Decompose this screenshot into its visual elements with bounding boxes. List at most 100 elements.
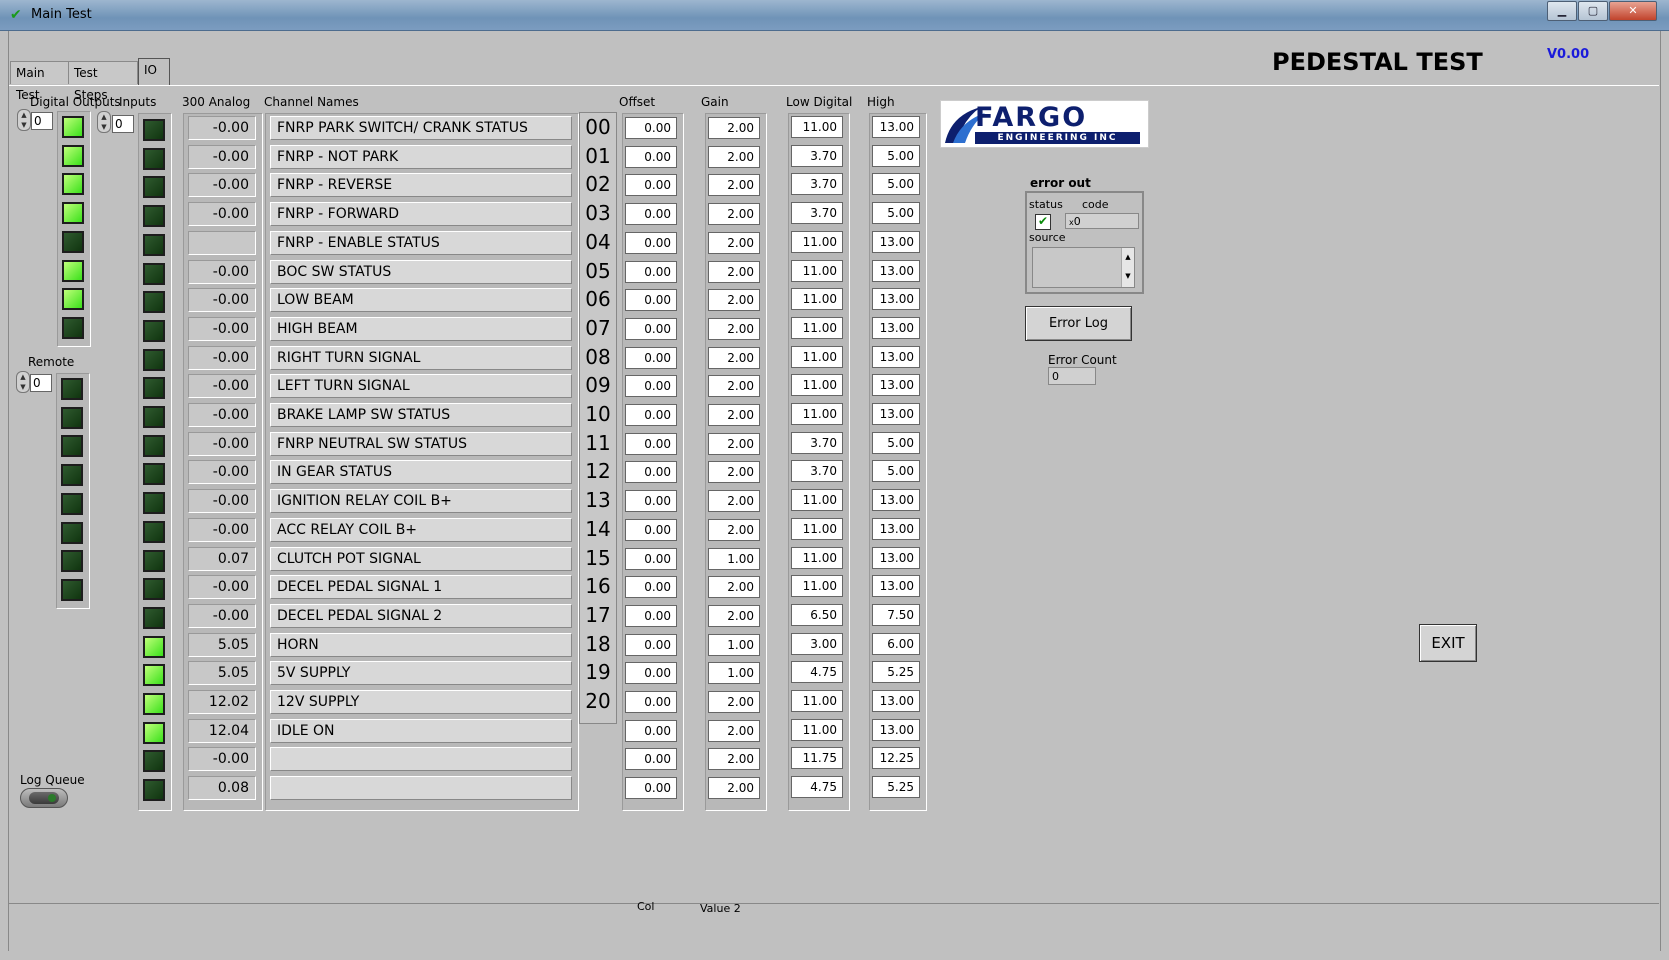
high-field[interactable]: 13.00 [872, 260, 920, 282]
error-log-button[interactable]: Error Log [1025, 306, 1132, 341]
offset-field[interactable]: 0.00 [625, 232, 677, 254]
offset-field[interactable]: 0.00 [625, 777, 677, 799]
inputs-index-spinner[interactable]: ▲ ▼ [97, 111, 111, 133]
high-field[interactable]: 6.00 [872, 633, 920, 655]
log-queue-toggle[interactable] [20, 788, 68, 808]
gain-field[interactable]: 2.00 [708, 490, 760, 512]
offset-field[interactable]: 0.00 [625, 748, 677, 770]
source-scrollbar[interactable]: ▲ ▼ [1121, 248, 1134, 287]
gain-field[interactable]: 2.00 [708, 433, 760, 455]
code-field[interactable]: x0 [1065, 213, 1139, 229]
offset-field[interactable]: 0.00 [625, 634, 677, 656]
offset-field[interactable]: 0.00 [625, 662, 677, 684]
high-field[interactable]: 12.25 [872, 747, 920, 769]
offset-field[interactable]: 0.00 [625, 146, 677, 168]
offset-field[interactable]: 0.00 [625, 375, 677, 397]
high-field[interactable]: 13.00 [872, 116, 920, 138]
low-digital-field[interactable]: 11.00 [791, 518, 843, 540]
tab-io[interactable]: IO [138, 58, 170, 85]
gain-field[interactable]: 2.00 [708, 461, 760, 483]
digital-output-led[interactable] [62, 145, 84, 167]
gain-field[interactable]: 2.00 [708, 347, 760, 369]
low-digital-field[interactable]: 4.75 [791, 661, 843, 683]
digital-output-led[interactable] [62, 173, 84, 195]
digital-output-led[interactable] [62, 116, 84, 138]
offset-field[interactable]: 0.00 [625, 347, 677, 369]
remote-index-spinner[interactable]: ▲ ▼ [16, 371, 30, 393]
remote-led[interactable] [61, 579, 83, 601]
channel-name-field[interactable]: LEFT TURN SIGNAL [270, 374, 572, 398]
high-field[interactable]: 5.25 [872, 661, 920, 683]
high-field[interactable]: 5.00 [872, 460, 920, 482]
channel-name-field[interactable]: FNRP NEUTRAL SW STATUS [270, 432, 572, 456]
high-field[interactable]: 5.00 [872, 145, 920, 167]
tab-test-steps[interactable]: Test Steps [68, 61, 138, 102]
remote-led[interactable] [61, 378, 83, 400]
gain-field[interactable]: 2.00 [708, 232, 760, 254]
low-digital-field[interactable]: 11.00 [791, 374, 843, 396]
gain-field[interactable]: 2.00 [708, 117, 760, 139]
channel-name-field[interactable]: BRAKE LAMP SW STATUS [270, 403, 572, 427]
low-digital-field[interactable]: 11.00 [791, 690, 843, 712]
gain-field[interactable]: 2.00 [708, 576, 760, 598]
channel-name-field[interactable]: IGNITION RELAY COIL B+ [270, 489, 572, 513]
offset-field[interactable]: 0.00 [625, 433, 677, 455]
high-field[interactable]: 13.00 [872, 719, 920, 741]
channel-name-field[interactable]: HORN [270, 633, 572, 657]
channel-name-field[interactable]: IDLE ON [270, 719, 572, 743]
channel-name-field[interactable]: FNRP - FORWARD [270, 202, 572, 226]
offset-field[interactable]: 0.00 [625, 490, 677, 512]
low-digital-field[interactable]: 11.00 [791, 489, 843, 511]
channel-name-field[interactable]: HIGH BEAM [270, 317, 572, 341]
digital-outputs-index-spinner[interactable]: ▲ ▼ [17, 109, 31, 131]
low-digital-field[interactable]: 3.70 [791, 173, 843, 195]
offset-field[interactable]: 0.00 [625, 720, 677, 742]
gain-field[interactable]: 1.00 [708, 548, 760, 570]
offset-field[interactable]: 0.00 [625, 605, 677, 627]
gain-field[interactable]: 2.00 [708, 146, 760, 168]
low-digital-field[interactable]: 11.00 [791, 547, 843, 569]
status-checkbox[interactable]: ✔ [1035, 214, 1051, 230]
inputs-index[interactable]: 0 [112, 115, 134, 133]
channel-name-field[interactable]: DECEL PEDAL SIGNAL 2 [270, 604, 572, 628]
channel-name-field[interactable]: LOW BEAM [270, 288, 572, 312]
low-digital-field[interactable]: 3.70 [791, 460, 843, 482]
offset-field[interactable]: 0.00 [625, 117, 677, 139]
high-field[interactable]: 5.25 [872, 776, 920, 798]
low-digital-field[interactable]: 11.00 [791, 288, 843, 310]
low-digital-field[interactable]: 11.00 [791, 116, 843, 138]
channel-name-field[interactable] [270, 776, 572, 800]
gain-field[interactable]: 1.00 [708, 634, 760, 656]
offset-field[interactable]: 0.00 [625, 318, 677, 340]
digital-output-led[interactable] [62, 202, 84, 224]
offset-field[interactable]: 0.00 [625, 404, 677, 426]
remote-led[interactable] [61, 493, 83, 515]
gain-field[interactable]: 2.00 [708, 691, 760, 713]
offset-field[interactable]: 0.00 [625, 261, 677, 283]
channel-name-field[interactable]: 5V SUPPLY [270, 661, 572, 685]
channel-name-field[interactable]: FNRP - REVERSE [270, 173, 572, 197]
low-digital-field[interactable]: 11.00 [791, 719, 843, 741]
gain-field[interactable]: 2.00 [708, 404, 760, 426]
remote-led[interactable] [61, 464, 83, 486]
offset-field[interactable]: 0.00 [625, 519, 677, 541]
maximize-button[interactable]: ▢ [1578, 1, 1608, 21]
channel-name-field[interactable]: IN GEAR STATUS [270, 460, 572, 484]
gain-field[interactable]: 2.00 [708, 174, 760, 196]
offset-field[interactable]: 0.00 [625, 461, 677, 483]
remote-led[interactable] [61, 435, 83, 457]
low-digital-field[interactable]: 3.00 [791, 633, 843, 655]
offset-field[interactable]: 0.00 [625, 203, 677, 225]
digital-output-led[interactable] [62, 288, 84, 310]
digital-output-led[interactable] [62, 317, 84, 339]
minimize-button[interactable]: ▁ [1547, 1, 1577, 21]
low-digital-field[interactable]: 11.00 [791, 260, 843, 282]
high-field[interactable]: 13.00 [872, 346, 920, 368]
channel-name-field[interactable]: FNRP PARK SWITCH/ CRANK STATUS [270, 116, 572, 140]
low-digital-field[interactable]: 3.70 [791, 145, 843, 167]
digital-outputs-index[interactable]: 0 [31, 112, 53, 130]
channel-name-field[interactable]: 12V SUPPLY [270, 690, 572, 714]
remote-led[interactable] [61, 407, 83, 429]
low-digital-field[interactable]: 6.50 [791, 604, 843, 626]
remote-led[interactable] [61, 550, 83, 572]
